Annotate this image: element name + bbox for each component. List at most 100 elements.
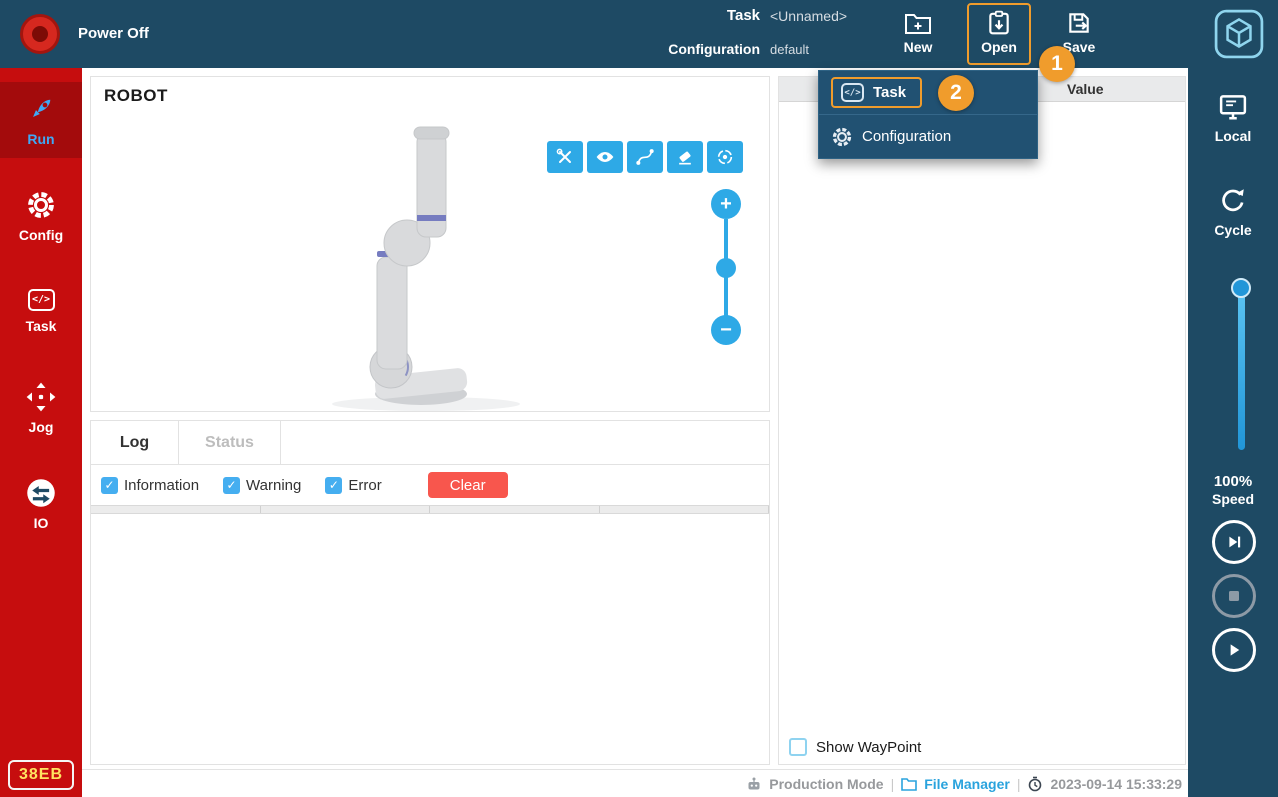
sidebar-item-run[interactable]: Run [0,82,82,158]
error-label: Error [348,477,381,494]
status-timestamp: 2023-09-14 15:33:29 [1050,776,1182,792]
power-status-icon[interactable] [20,14,60,54]
value-column-header: Value [1067,81,1104,97]
path-curve-icon [635,147,655,167]
sidebar-item-config[interactable]: Config [0,178,82,254]
sidebar-item-io-label: IO [34,515,49,531]
menu-item-task-label: Task [873,84,906,101]
show-waypoint-control: Show WayPoint [789,738,921,756]
target-icon [715,147,735,167]
step-badge-2: 2 [938,75,974,111]
open-icon [986,10,1012,36]
new-button-label: New [904,39,933,55]
log-column [91,506,261,513]
sidebar-item-run-label: Run [27,131,54,147]
tab-status[interactable]: Status [179,421,281,464]
top-bar: Power Off Task <Unnamed> Configuration d… [0,0,1278,68]
play-button[interactable] [1212,628,1256,672]
left-sidebar: Run Config </> Task Jog [0,68,82,797]
file-manager-button[interactable]: File Manager [924,776,1010,792]
sidebar-item-jog-label: Jog [29,419,54,435]
robot-panel: ROBOT [90,76,770,412]
right-sidebar: Local Cycle 100% Speed [1188,68,1278,797]
speed-percentage: 100% [1188,473,1278,490]
io-arrows-icon [26,478,56,508]
view-visibility-button[interactable] [587,141,623,173]
information-checkbox[interactable] [101,477,118,494]
brand-logo-icon [1214,9,1264,59]
log-panel: Log Status Information Warning Error Cle… [90,420,770,765]
jog-move-icon [26,382,56,412]
production-mode-icon [746,776,762,792]
speed-slider-track[interactable] [1238,280,1245,450]
log-column [430,506,600,513]
robot-arm-viewport[interactable] [91,77,771,413]
task-value: <Unnamed> [770,8,847,24]
sidebar-item-config-label: Config [19,227,63,243]
speed-slider-thumb[interactable] [1231,278,1251,298]
task-label: Task [560,7,760,24]
local-monitor-icon [1217,92,1249,122]
cycle-icon [1217,186,1249,216]
log-column [261,506,431,513]
status-separator: | [891,776,895,792]
clock-icon [1027,776,1043,792]
open-dropdown-menu: </> Task Configuration [818,70,1038,159]
menu-item-configuration-label: Configuration [862,128,951,145]
show-waypoint-label: Show WayPoint [816,739,921,756]
sidebar-item-jog[interactable]: Jog [0,370,82,446]
tab-log[interactable]: Log [91,421,179,464]
new-file-icon [904,10,932,36]
view-center-button[interactable] [707,141,743,173]
view-trajectory-button[interactable] [627,141,663,173]
stop-button[interactable] [1212,574,1256,618]
speed-label: Speed [1188,491,1278,507]
task-code-icon: </> [28,289,55,311]
log-table-header [91,505,769,514]
view-erase-button[interactable] [667,141,703,173]
warning-label: Warning [246,477,301,494]
view-tools-button[interactable] [547,141,583,173]
clear-button[interactable]: Clear [428,472,508,498]
log-column [600,506,770,513]
status-separator: | [1017,776,1021,792]
zoom-in-button[interactable]: + [711,189,741,219]
local-mode-label: Local [1215,128,1252,144]
open-button[interactable]: Open [967,3,1031,65]
configuration-label: Configuration [560,41,760,57]
menu-item-task[interactable]: </> Task [819,71,1037,114]
save-icon [1066,10,1092,36]
run-rocket-icon [26,94,56,124]
zoom-slider-thumb[interactable] [716,258,736,278]
log-tab-bar: Log Status [91,421,769,465]
menu-item-task-highlight: </> Task [831,77,922,108]
cycle-mode-button[interactable]: Cycle [1188,186,1278,238]
show-waypoint-checkbox[interactable] [789,738,807,756]
cycle-mode-label: Cycle [1214,222,1251,238]
production-mode-status: Production Mode [769,776,883,792]
power-status-label: Power Off [78,25,149,42]
device-id-badge: 38EB [8,760,74,790]
app-window: Power Off Task <Unnamed> Configuration d… [0,0,1278,797]
play-icon [1225,641,1243,659]
task-tree-panel: Value Show WayPoint [778,76,1186,765]
configuration-value: default [770,42,809,57]
eye-icon [595,147,615,167]
information-label: Information [124,477,199,494]
new-button[interactable]: New [886,5,950,63]
zoom-out-button[interactable]: − [711,315,741,345]
tools-icon [555,147,575,167]
file-manager-icon [901,777,917,791]
stop-icon [1226,588,1242,604]
warning-checkbox[interactable] [223,477,240,494]
gear-icon [831,126,853,148]
sidebar-item-io[interactable]: IO [0,466,82,542]
step-button[interactable] [1212,520,1256,564]
open-button-label: Open [981,39,1017,55]
sidebar-item-task-label: Task [26,318,57,334]
log-filter-bar: Information Warning Error Clear [91,465,769,505]
local-mode-button[interactable]: Local [1188,92,1278,144]
error-checkbox[interactable] [325,477,342,494]
sidebar-item-task[interactable]: </> Task [0,273,82,349]
menu-item-configuration[interactable]: Configuration [819,115,1037,158]
